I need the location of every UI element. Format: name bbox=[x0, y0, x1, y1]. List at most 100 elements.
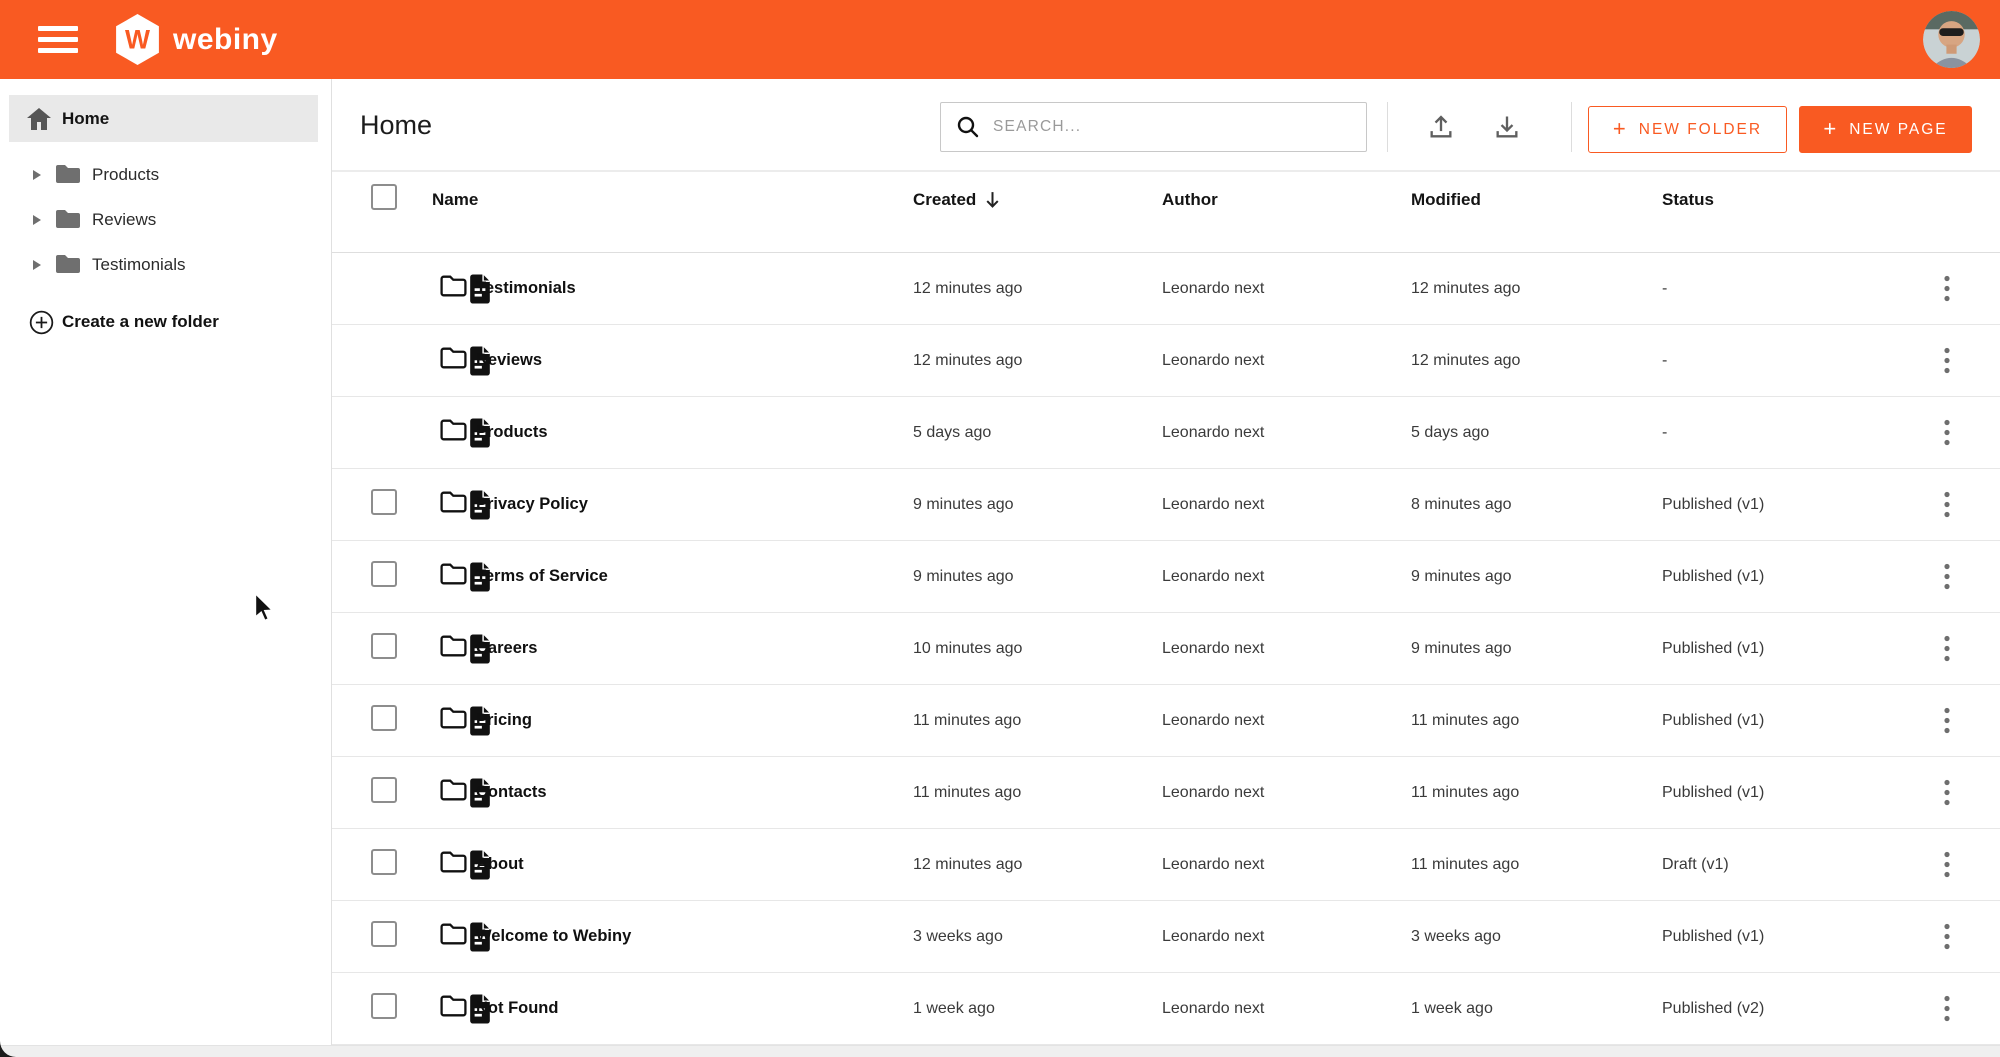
sidebar-folder-label: Products bbox=[92, 165, 159, 185]
sidebar-item-products[interactable]: Products bbox=[0, 152, 331, 197]
sidebar: Home Products Reviews Testimonials bbox=[0, 79, 332, 1045]
row-menu-button[interactable] bbox=[1927, 771, 1967, 815]
row-menu-button[interactable] bbox=[1927, 267, 1967, 311]
folder-icon bbox=[55, 209, 81, 230]
row-checkbox[interactable] bbox=[371, 489, 397, 515]
row-name[interactable]: Careers bbox=[476, 639, 913, 658]
row-created: 11 minutes ago bbox=[913, 784, 1162, 802]
row-name[interactable]: Pricing bbox=[476, 711, 913, 730]
row-menu-button[interactable] bbox=[1927, 339, 1967, 383]
row-name[interactable]: Privacy Policy bbox=[476, 495, 913, 514]
folder-icon bbox=[55, 254, 81, 275]
folder-icon bbox=[439, 850, 468, 880]
caret-right-icon[interactable] bbox=[33, 170, 41, 180]
table-row[interactable]: About 12 minutes ago Leonardo next 11 mi… bbox=[332, 829, 2000, 901]
row-modified: 11 minutes ago bbox=[1411, 712, 1662, 730]
sidebar-item-home[interactable]: Home bbox=[9, 95, 318, 142]
sidebar-item-testimonials[interactable]: Testimonials bbox=[0, 242, 331, 287]
window-corner bbox=[0, 1041, 16, 1057]
row-name[interactable]: Testimonials bbox=[476, 279, 913, 298]
table-row[interactable]: Welcome to Webiny 3 weeks ago Leonardo n… bbox=[332, 901, 2000, 973]
search-icon bbox=[956, 115, 980, 139]
column-header-created[interactable]: Created bbox=[913, 190, 1162, 210]
row-checkbox[interactable] bbox=[371, 705, 397, 731]
kebab-menu-icon bbox=[1944, 419, 1950, 446]
row-created: 12 minutes ago bbox=[913, 856, 1162, 874]
table-row[interactable]: Privacy Policy 9 minutes ago Leonardo ne… bbox=[332, 469, 2000, 541]
home-icon bbox=[27, 108, 51, 130]
table-body: Testimonials 12 minutes ago Leonardo nex… bbox=[332, 253, 2000, 1045]
row-created: 9 minutes ago bbox=[913, 496, 1162, 514]
row-name[interactable]: Welcome to Webiny bbox=[476, 927, 913, 946]
main-content: Home + NEW FOLDER + NEW PAGE bbox=[332, 79, 2000, 1045]
select-all-checkbox[interactable] bbox=[371, 184, 397, 210]
sidebar-item-reviews[interactable]: Reviews bbox=[0, 197, 331, 242]
folder-icon bbox=[439, 634, 468, 664]
row-name[interactable]: Terms of Service bbox=[476, 567, 913, 586]
table-row[interactable]: Not Found 1 week ago Leonardo next 1 wee… bbox=[332, 973, 2000, 1045]
row-author: Leonardo next bbox=[1162, 640, 1411, 658]
table-row[interactable]: Contacts 11 minutes ago Leonardo next 11… bbox=[332, 757, 2000, 829]
export-download-button[interactable] bbox=[1485, 105, 1529, 149]
table-row[interactable]: Careers 10 minutes ago Leonardo next 9 m… bbox=[332, 613, 2000, 685]
kebab-menu-icon bbox=[1944, 779, 1950, 806]
row-name[interactable]: About bbox=[476, 855, 913, 874]
row-checkbox[interactable] bbox=[371, 921, 397, 947]
row-name[interactable]: Not Found bbox=[476, 999, 913, 1018]
row-created: 11 minutes ago bbox=[913, 712, 1162, 730]
webiny-logo[interactable]: W webiny bbox=[114, 13, 278, 66]
row-checkbox[interactable] bbox=[371, 633, 397, 659]
row-menu-button[interactable] bbox=[1927, 411, 1967, 455]
row-modified: 5 days ago bbox=[1411, 424, 1662, 442]
circle-plus-icon bbox=[29, 310, 54, 335]
row-menu-button[interactable] bbox=[1927, 483, 1967, 527]
table-row[interactable]: Products 5 days ago Leonardo next 5 days… bbox=[332, 397, 2000, 469]
row-menu-button[interactable] bbox=[1927, 627, 1967, 671]
sidebar-folder-label: Reviews bbox=[92, 210, 156, 230]
table-row[interactable]: Terms of Service 9 minutes ago Leonardo … bbox=[332, 541, 2000, 613]
search-input[interactable] bbox=[993, 118, 1366, 136]
row-checkbox[interactable] bbox=[371, 849, 397, 875]
page-header: Home + NEW FOLDER + NEW PAGE bbox=[332, 79, 2000, 172]
row-name[interactable]: Reviews bbox=[476, 351, 913, 370]
row-status: - bbox=[1662, 424, 1927, 442]
row-checkbox[interactable] bbox=[371, 561, 397, 587]
row-status: Published (v1) bbox=[1662, 640, 1927, 658]
row-menu-button[interactable] bbox=[1927, 699, 1967, 743]
webiny-hexagon-icon: W bbox=[114, 13, 161, 66]
row-checkbox[interactable] bbox=[371, 777, 397, 803]
row-modified: 12 minutes ago bbox=[1411, 352, 1662, 370]
table-row[interactable]: Reviews 12 minutes ago Leonardo next 12 … bbox=[332, 325, 2000, 397]
row-author: Leonardo next bbox=[1162, 424, 1411, 442]
user-avatar[interactable] bbox=[1923, 11, 1980, 68]
caret-right-icon[interactable] bbox=[33, 260, 41, 270]
row-menu-button[interactable] bbox=[1927, 555, 1967, 599]
row-name[interactable]: Contacts bbox=[476, 783, 913, 802]
kebab-menu-icon bbox=[1944, 347, 1950, 374]
row-author: Leonardo next bbox=[1162, 568, 1411, 586]
sidebar-folder-label: Testimonials bbox=[92, 255, 186, 275]
row-name[interactable]: Products bbox=[476, 423, 913, 442]
row-created: 9 minutes ago bbox=[913, 568, 1162, 586]
row-menu-button[interactable] bbox=[1927, 987, 1967, 1031]
table-row[interactable]: Pricing 11 minutes ago Leonardo next 11 … bbox=[332, 685, 2000, 757]
folder-icon bbox=[55, 164, 81, 185]
new-folder-button[interactable]: + NEW FOLDER bbox=[1588, 106, 1787, 153]
new-page-button[interactable]: + NEW PAGE bbox=[1799, 106, 1972, 153]
topbar: W webiny bbox=[0, 0, 2000, 79]
import-upload-button[interactable] bbox=[1419, 105, 1463, 149]
row-created: 12 minutes ago bbox=[913, 352, 1162, 370]
row-author: Leonardo next bbox=[1162, 1000, 1411, 1018]
row-checkbox[interactable] bbox=[371, 993, 397, 1019]
table-row[interactable]: Testimonials 12 minutes ago Leonardo nex… bbox=[332, 253, 2000, 325]
row-menu-button[interactable] bbox=[1927, 915, 1967, 959]
row-author: Leonardo next bbox=[1162, 856, 1411, 874]
row-status: - bbox=[1662, 352, 1927, 370]
hamburger-menu-icon[interactable] bbox=[38, 20, 78, 59]
caret-right-icon[interactable] bbox=[33, 215, 41, 225]
row-modified: 1 week ago bbox=[1411, 1000, 1662, 1018]
row-created: 5 days ago bbox=[913, 424, 1162, 442]
create-new-folder-button[interactable]: Create a new folder bbox=[0, 302, 331, 342]
row-menu-button[interactable] bbox=[1927, 843, 1967, 887]
bottom-scroll-strip bbox=[0, 1045, 2000, 1057]
